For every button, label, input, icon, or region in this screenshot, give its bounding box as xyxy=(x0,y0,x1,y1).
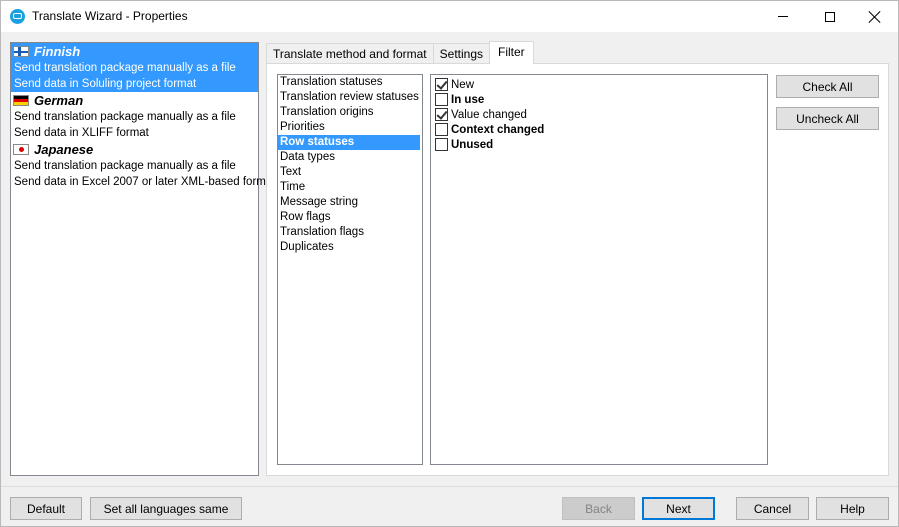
value-label: Unused xyxy=(451,138,494,151)
filter-category-list[interactable]: Translation statuses Translation review … xyxy=(277,74,423,465)
language-method: Send translation package manually as a f… xyxy=(14,62,236,74)
japan-flag-icon xyxy=(13,144,29,155)
set-all-languages-same-button[interactable]: Set all languages same xyxy=(90,497,242,520)
back-button[interactable]: Back xyxy=(562,497,635,520)
category-item[interactable]: Translation origins xyxy=(278,105,422,120)
cancel-button[interactable]: Cancel xyxy=(736,497,809,520)
title-bar: Translate Wizard - Properties xyxy=(1,1,898,32)
category-item[interactable]: Message string xyxy=(278,195,422,210)
language-name: German xyxy=(34,93,84,108)
checkbox[interactable] xyxy=(435,138,448,151)
close-button[interactable] xyxy=(852,1,898,32)
language-format: Send data in Soluling project format xyxy=(14,78,197,90)
minimize-icon xyxy=(778,16,788,17)
category-item[interactable]: Text xyxy=(278,165,422,180)
germany-flag-icon xyxy=(13,95,29,106)
value-item-new[interactable]: New xyxy=(431,77,767,92)
value-label: Value changed xyxy=(451,108,527,121)
footer-divider xyxy=(1,486,898,487)
category-item[interactable]: Time xyxy=(278,180,422,195)
category-item[interactable]: Translation review statuses xyxy=(278,90,422,105)
value-label: Context changed xyxy=(451,123,545,136)
language-item-finnish[interactable]: Finnish Send translation package manuall… xyxy=(11,43,258,92)
maximize-icon xyxy=(825,11,835,22)
minimize-button[interactable] xyxy=(760,1,806,32)
value-label: In use xyxy=(451,93,485,106)
value-item-value-changed[interactable]: Value changed xyxy=(431,107,767,122)
value-item-context-changed[interactable]: Context changed xyxy=(431,122,767,137)
filter-value-list: New In use Value changed Context changed… xyxy=(430,74,768,465)
language-method: Send translation package manually as a f… xyxy=(14,111,236,123)
language-format: Send data in Excel 2007 or later XML-bas… xyxy=(14,176,276,188)
value-item-unused[interactable]: Unused xyxy=(431,137,767,152)
wizard-window: Translate Wizard - Properties Finnish Se… xyxy=(0,0,899,527)
category-item-selected[interactable]: Row statuses xyxy=(278,135,420,150)
window-title: Translate Wizard - Properties xyxy=(32,9,188,23)
tab-strip: Translate method and format Settings Fil… xyxy=(266,41,534,64)
filter-panel: Translation statuses Translation review … xyxy=(266,63,889,476)
language-name: Finnish xyxy=(34,44,81,59)
checkbox[interactable] xyxy=(435,123,448,136)
close-icon xyxy=(869,11,881,23)
category-item[interactable]: Translation statuses xyxy=(278,75,422,90)
tab-filter[interactable]: Filter xyxy=(489,41,534,64)
category-item[interactable]: Duplicates xyxy=(278,240,422,255)
checkbox[interactable] xyxy=(435,93,448,106)
language-name: Japanese xyxy=(34,142,94,157)
category-item[interactable]: Priorities xyxy=(278,120,422,135)
check-all-button[interactable]: Check All xyxy=(776,75,879,98)
language-format: Send data in XLIFF format xyxy=(14,127,149,139)
value-label: New xyxy=(451,78,475,91)
category-item[interactable]: Row flags xyxy=(278,210,422,225)
language-item-german[interactable]: German Send translation package manually… xyxy=(11,92,258,141)
help-button[interactable]: Help xyxy=(816,497,889,520)
language-method: Send translation package manually as a f… xyxy=(14,160,236,172)
default-button[interactable]: Default xyxy=(10,497,82,520)
category-item[interactable]: Translation flags xyxy=(278,225,422,240)
checkbox-checked[interactable] xyxy=(435,108,448,121)
language-list[interactable]: Finnish Send translation package manuall… xyxy=(10,42,276,476)
next-button[interactable]: Next xyxy=(642,497,715,520)
uncheck-all-button[interactable]: Uncheck All xyxy=(776,107,879,130)
value-item-in-use[interactable]: In use xyxy=(431,92,767,107)
category-item[interactable]: Data types xyxy=(278,150,422,165)
finland-flag-icon xyxy=(13,46,29,57)
checkbox-checked[interactable] xyxy=(435,78,448,91)
language-item-japanese[interactable]: Japanese Send translation package manual… xyxy=(11,141,276,190)
tab-settings[interactable]: Settings xyxy=(432,43,490,64)
tab-translate-method[interactable]: Translate method and format xyxy=(266,43,434,64)
maximize-button[interactable] xyxy=(807,1,853,32)
app-icon xyxy=(10,9,25,24)
